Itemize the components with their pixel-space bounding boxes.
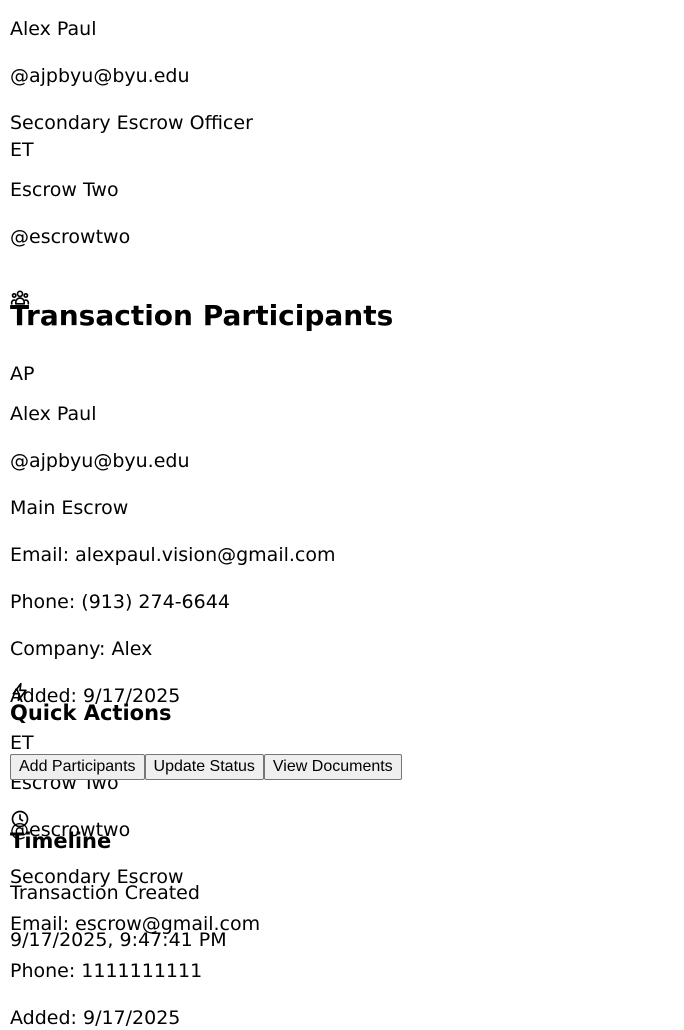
participants-title: Transaction Participants [10,299,394,332]
officer-name: Alex Paul [10,18,97,40]
view-documents-button[interactable]: View Documents [263,754,402,780]
officer-handle: @escrowtwo [10,226,131,248]
participant-added: Added: 9/17/2025 [10,1007,181,1029]
timeline-event-label: Transaction Created [10,882,200,904]
participant-name: Alex Paul [10,403,97,425]
participant-company: Company: Alex [10,638,153,660]
update-status-button[interactable]: Update Status [144,754,264,780]
officer-role: Secondary Escrow Officer [10,112,253,134]
officer-handle: @ajpbyu@byu.edu [10,65,190,87]
clock-icon [10,809,30,829]
officer-initials: ET [10,139,34,161]
timeline-title: Timeline [10,829,112,853]
quick-actions-toolbar: Add Participants Update Status View Docu… [10,754,402,780]
add-participants-button[interactable]: Add Participants [10,754,145,780]
participant-phone: Phone: 1111111111 [10,960,203,982]
participant-role: Main Escrow [10,497,129,519]
officer-name: Escrow Two [10,179,119,201]
participant-initials: AP [10,363,35,385]
timeline-event-time: 9/17/2025, 9:47:41 PM [10,929,227,951]
participant-email: Email: alexpaul.vision@gmail.com [10,544,336,566]
quick-actions-title: Quick Actions [10,701,172,725]
participant-initials: ET [10,732,34,754]
participant-handle: @ajpbyu@byu.edu [10,450,190,472]
lightning-icon [10,682,30,702]
participant-phone: Phone: (913) 274-6644 [10,591,230,613]
